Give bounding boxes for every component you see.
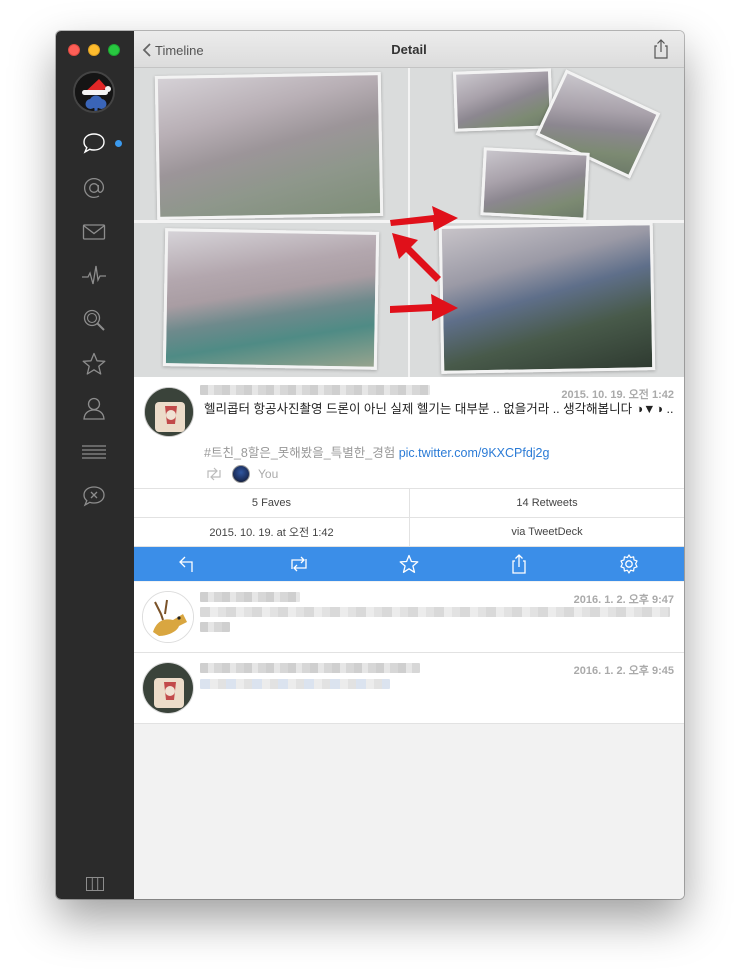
media-link[interactable]: pic.twitter.com/9KXCPfdj2g: [399, 446, 550, 460]
list-icon: [82, 445, 106, 459]
tweet-text: 헬리콥터 항공사진촬영 드론이 아닌 실제 헬기는 대부분 .. 없을거라 ..…: [204, 402, 674, 416]
star-icon: [82, 352, 106, 375]
tweet-source: via TweetDeck: [409, 518, 684, 547]
sidebar-item-profile[interactable]: [79, 393, 109, 423]
gear-icon[interactable]: [618, 553, 640, 575]
sidebar-item-lists[interactable]: [79, 437, 109, 467]
page-title: Detail: [391, 42, 427, 57]
retweeted-by-row: You: [204, 465, 278, 483]
reply-icon[interactable]: [177, 553, 199, 575]
sidebar-item-muted[interactable]: [79, 481, 109, 511]
speech-bubble-icon: [83, 133, 105, 154]
columns-icon[interactable]: [86, 877, 104, 891]
share-icon[interactable]: [508, 553, 530, 575]
tweet-detail: 2015. 10. 19. 오전 1:42 헬리콥터 항공사진촬영 드론이 아닌…: [134, 377, 684, 489]
action-bar: [134, 547, 684, 581]
reply-author-avatar[interactable]: [142, 591, 194, 643]
author-name-redacted: [200, 385, 430, 395]
tweet-media-photo[interactable]: [134, 68, 684, 377]
retweet-icon[interactable]: [288, 553, 310, 575]
hashtag-link[interactable]: #트친_8할은_못해봤을_특별한_경험: [204, 446, 395, 460]
author-avatar[interactable]: [144, 387, 194, 437]
reply-text-redacted: [200, 679, 390, 689]
account-avatar[interactable]: [73, 71, 115, 113]
sidebar-item-search[interactable]: [79, 305, 109, 335]
detail-pane: Timeline Detail 2015. 10. 19. 오전 1:42 헬리…: [134, 31, 684, 899]
empty-area: [134, 724, 684, 899]
close-window-button[interactable]: [68, 44, 80, 56]
zoom-window-button[interactable]: [108, 44, 120, 56]
reply-author-avatar[interactable]: [142, 662, 194, 714]
photo-print: [162, 228, 380, 370]
retweet-icon: [207, 467, 221, 481]
sidebar-item-timeline[interactable]: [79, 129, 109, 159]
tweet-timestamp: 2015. 10. 19. at 오전 1:42: [134, 518, 409, 547]
title-bar: Timeline Detail: [134, 31, 684, 68]
sidebar-item-favorites[interactable]: [79, 349, 109, 379]
reply-date: 2016. 1. 2. 오후 9:47: [573, 594, 674, 606]
retweets-count[interactable]: 14 Retweets: [409, 489, 684, 518]
sidebar-item-activity[interactable]: [79, 261, 109, 291]
sidebar-item-messages[interactable]: [79, 217, 109, 247]
share-icon[interactable]: [652, 39, 670, 59]
red-arrow-icon: [390, 294, 458, 321]
sidebar: [56, 31, 134, 899]
photo-print: [154, 72, 384, 220]
tweet-hashtags-line: #트친_8할은_못해봤을_특별한_경험 pic.twitter.com/9KXC…: [204, 442, 549, 461]
envelope-icon: [82, 224, 106, 240]
reply-author-redacted: [200, 663, 420, 673]
magnifier-icon: [83, 309, 105, 331]
at-sign-icon: [83, 177, 105, 199]
app-window: Timeline Detail 2015. 10. 19. 오전 1:42 헬리…: [56, 31, 684, 899]
sidebar-item-mentions[interactable]: [79, 173, 109, 203]
red-arrow-icon: [392, 233, 441, 282]
photo-print: [480, 147, 590, 221]
list-item[interactable]: 2016. 1. 2. 오후 9:45: [134, 653, 684, 724]
faves-count[interactable]: 5 Faves: [134, 489, 409, 518]
photo-print: [438, 222, 656, 374]
photo-print: [452, 68, 554, 132]
retweeter-name: You: [258, 467, 279, 481]
person-icon: [83, 397, 105, 420]
reply-text-redacted: [200, 607, 670, 617]
unread-indicator: [115, 140, 122, 147]
pulse-icon: [82, 265, 106, 285]
tweet-stats: 5 Faves 14 Retweets 2015. 10. 19. at 오전 …: [134, 489, 684, 547]
reply-author-redacted: [200, 592, 300, 602]
retweeter-avatar: [232, 465, 250, 483]
minimize-window-button[interactable]: [88, 44, 100, 56]
favorite-icon[interactable]: [398, 553, 420, 575]
muted-bubble-icon: [83, 486, 105, 507]
reply-date: 2016. 1. 2. 오후 9:45: [573, 665, 674, 677]
list-item[interactable]: 2016. 1. 2. 오후 9:47: [134, 582, 684, 653]
reply-text-redacted: [200, 622, 230, 632]
